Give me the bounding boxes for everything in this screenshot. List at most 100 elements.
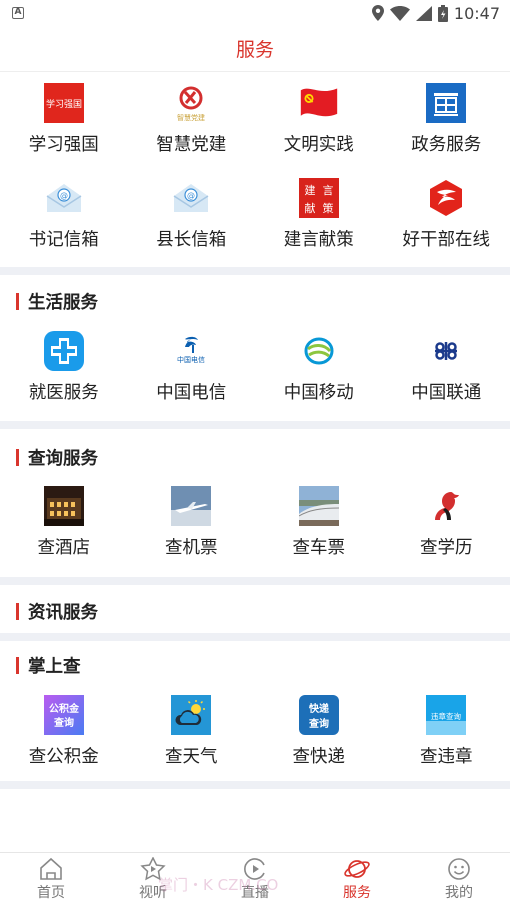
- service-label: 中国联通: [411, 383, 482, 403]
- education-icon: [426, 486, 466, 526]
- battery-icon: [437, 4, 448, 22]
- section-header-query: 查询服务: [0, 433, 510, 481]
- live-icon: [244, 858, 265, 880]
- gjj-logo-text: 公积金: [49, 702, 80, 715]
- china-unicom-icon: [426, 331, 466, 371]
- service-express[interactable]: 快递 查询 查快递: [255, 695, 383, 777]
- weather-icon: [171, 695, 212, 735]
- service-haoganbu-zaixian[interactable]: 好干部在线: [383, 172, 510, 267]
- service-label: 中国电信: [156, 383, 227, 403]
- service-label: 学习强国: [28, 135, 99, 155]
- tab-services[interactable]: 服务: [306, 853, 408, 906]
- express-icon: 快递 查询: [298, 695, 339, 735]
- zhihui-logo-text: 智慧党建: [177, 113, 205, 122]
- service-label: 中国移动: [283, 383, 354, 403]
- medical-cross-icon: [43, 331, 84, 371]
- service-jianyan-xiance[interactable]: 建言献策 建言献策: [255, 172, 383, 267]
- home-icon: [40, 857, 62, 880]
- tab-label: 视听: [139, 885, 167, 901]
- government-icon: [426, 83, 467, 123]
- status-right: 10:47: [371, 4, 500, 23]
- section-accent-bar: [16, 292, 19, 310]
- tab-label: 直播: [241, 885, 269, 901]
- page-title: 服务: [235, 39, 274, 61]
- section-header-news[interactable]: 资讯服务: [0, 589, 510, 633]
- service-label: 查违章: [420, 747, 473, 767]
- xuexi-logo-text: 学习强国: [46, 98, 82, 110]
- service-hotel[interactable]: 查酒店: [0, 486, 128, 567]
- section-title: 资讯服务: [28, 602, 98, 623]
- china-telecom-icon: 中国电信: [171, 331, 211, 371]
- service-education[interactable]: 查学历: [383, 486, 510, 567]
- service-label: 查机票: [165, 538, 218, 558]
- section-accent-bar: [16, 448, 19, 466]
- red-flag-icon: [299, 83, 339, 123]
- query-services-grid: 查酒店 查机票 查车票 查学历: [0, 481, 510, 567]
- express-logo-text: 快递: [308, 702, 329, 715]
- tab-live[interactable]: 直播: [204, 853, 306, 906]
- mail-envelope-icon: @: [44, 178, 84, 218]
- service-label: 查快递: [292, 747, 346, 767]
- notification-a-icon: A: [12, 7, 24, 19]
- service-flight[interactable]: 查机票: [128, 486, 256, 567]
- service-weather[interactable]: 查天气: [128, 695, 256, 777]
- section-title: 掌上查: [28, 656, 81, 677]
- smiley-icon: [448, 858, 470, 880]
- tab-label: 服务: [343, 885, 371, 901]
- train-photo-icon: [298, 486, 339, 526]
- status-bar: A 10:47: [0, 0, 510, 26]
- section-divider: [0, 633, 510, 641]
- service-china-telecom[interactable]: 中国电信 中国电信: [128, 331, 256, 411]
- housing-fund-icon: 公积金 查询: [43, 695, 84, 735]
- service-zhengwu-fuwu[interactable]: 政务服务: [383, 83, 510, 172]
- violation-logo-text: 违章查询: [431, 711, 461, 721]
- section-title: 查询服务: [28, 448, 98, 469]
- gjj-logo-text: 查询: [53, 716, 74, 729]
- tab-label: 我的: [445, 885, 473, 901]
- service-shuji-xinxiang[interactable]: @ 书记信箱: [0, 172, 128, 267]
- service-china-unicom[interactable]: 中国联通: [383, 331, 510, 411]
- airplane-photo-icon: [171, 486, 212, 526]
- service-xuexi-qiangguo[interactable]: 学习强国 学习强国: [0, 83, 128, 172]
- service-label: 查酒店: [37, 538, 91, 558]
- service-wenming-shijian[interactable]: 文明实践: [255, 83, 383, 172]
- tab-audio-video[interactable]: 视听: [102, 853, 204, 906]
- advice-char: 建: [304, 183, 315, 197]
- telecom-logo-text: 中国电信: [177, 355, 205, 364]
- service-label: 县长信箱: [156, 230, 227, 250]
- service-traffic-violation[interactable]: 违章查询 查违章: [383, 695, 510, 777]
- service-china-mobile[interactable]: 中国移动: [255, 331, 383, 411]
- section-header-pocket-query: 掌上查: [0, 641, 510, 689]
- service-label: 文明实践: [283, 135, 354, 155]
- section-title: 生活服务: [28, 292, 98, 313]
- top-services-grid: 学习强国 学习强国 智慧党建 智慧党建 文明实践 政务服务 @ 书记信箱 @ 县…: [0, 72, 510, 267]
- section-divider: [0, 577, 510, 585]
- advice-char: 言: [322, 184, 333, 197]
- traffic-violation-icon: 违章查询: [426, 695, 467, 735]
- cadre-online-icon: [426, 178, 466, 218]
- tab-home[interactable]: 首页: [0, 853, 102, 906]
- star-play-icon: [140, 857, 166, 881]
- service-planet-icon: [344, 860, 370, 878]
- service-train[interactable]: 查车票: [255, 486, 383, 567]
- service-zhihui-dangjian[interactable]: 智慧党建 智慧党建: [128, 83, 256, 172]
- signal-icon: [415, 5, 432, 21]
- pocket-query-grid: 公积金 查询 查公积金 查天气 快递查询 查快递 违章查询 查违章: [0, 689, 510, 777]
- service-label: 查天气: [165, 747, 218, 767]
- mail-envelope-icon: @: [171, 178, 211, 218]
- service-housing-fund[interactable]: 公积金 查询 查公积金: [0, 695, 128, 777]
- service-label: 就医服务: [28, 383, 99, 403]
- tab-mine[interactable]: 我的: [408, 853, 510, 906]
- section-divider: [0, 781, 510, 789]
- section-header-life: 生活服务: [0, 277, 510, 325]
- service-label: 好干部在线: [402, 230, 491, 250]
- service-medical[interactable]: 就医服务: [0, 331, 128, 411]
- wifi-icon: [389, 5, 410, 21]
- service-label: 建言献策: [283, 230, 354, 250]
- section-accent-bar: [16, 602, 19, 620]
- section-accent-bar: [16, 656, 19, 674]
- express-logo-text: 查询: [308, 717, 329, 730]
- service-xianzhang-xinxiang[interactable]: @ 县长信箱: [128, 172, 256, 267]
- page-header: 服务: [0, 26, 510, 72]
- service-label: 智慧党建: [156, 135, 227, 155]
